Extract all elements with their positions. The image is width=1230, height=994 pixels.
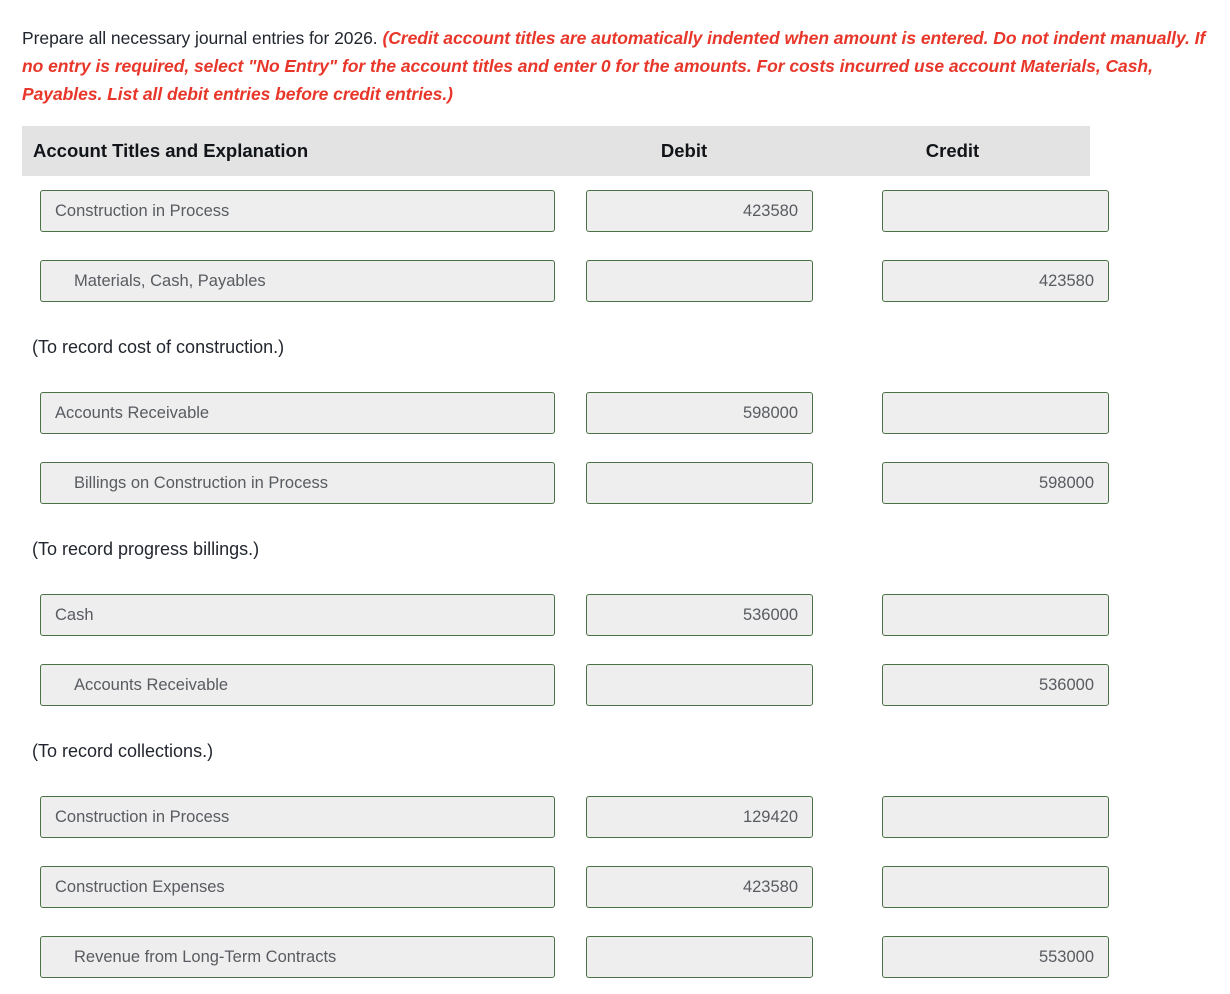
account-title-select[interactable]: Billings on Construction in Process [40,462,555,505]
instruction-paragraph: Prepare all necessary journal entries fo… [0,18,1230,109]
debit-amount-input[interactable]: 423580 [586,190,813,233]
credit-amount-input[interactable] [882,866,1109,909]
debit-amount-input[interactable] [586,260,813,303]
account-title-select[interactable]: Materials, Cash, Payables [40,260,555,303]
cell-account-title: Construction Expenses [22,866,586,909]
cell-debit: 129420 [586,796,847,839]
debit-amount-input[interactable] [586,664,813,707]
table-row: Construction Expenses 423580 [22,852,1230,922]
credit-amount-input[interactable] [882,594,1109,637]
account-title-select[interactable]: Construction in Process [40,190,555,233]
debit-amount-input[interactable]: 129420 [586,796,813,839]
entry-explanation: (To record collections.) [32,740,214,761]
column-header-credit: Credit [925,140,980,162]
cell-account-title: Construction in Process [22,796,586,839]
credit-amount-input[interactable] [882,796,1109,839]
cell-debit: 598000 [586,392,847,435]
credit-amount-input[interactable]: 536000 [882,664,1109,707]
column-header-debit: Debit [660,140,708,162]
cell-account-title: Revenue from Long-Term Contracts [22,936,586,979]
account-title-select[interactable]: Accounts Receivable [40,392,555,435]
cell-account-title: Construction in Process [22,190,586,233]
account-title-select[interactable]: Construction Expenses [40,866,555,909]
debit-amount-input[interactable]: 423580 [586,866,813,909]
cell-account-title: Accounts Receivable [22,664,586,707]
credit-amount-input[interactable] [882,190,1109,233]
debit-amount-input[interactable] [586,462,813,505]
table-row: Construction in Process 129420 [22,782,1230,852]
entry-explanation: (To record progress billings.) [32,538,260,559]
cell-credit: 553000 [847,936,1109,979]
credit-amount-input[interactable]: 423580 [882,260,1109,303]
table-header-row: Account Titles and Explanation Debit Cre… [22,126,1090,177]
account-title-select[interactable]: Revenue from Long-Term Contracts [40,936,555,979]
cell-credit [847,866,1109,909]
entry-explanation: (To record cost of construction.) [32,336,285,357]
table-body: Construction in Process 423580 Materials, … [22,176,1230,992]
table-row: Construction in Process 423580 [22,176,1230,246]
cell-account-title: Billings on Construction in Process [22,462,586,505]
cell-debit [586,462,847,505]
cell-credit [847,796,1109,839]
cell-debit [586,260,847,303]
account-title-select[interactable]: Accounts Receivable [40,664,555,707]
table-row: Billings on Construction in Process 59800… [22,448,1230,518]
account-title-select[interactable]: Cash [40,594,555,637]
debit-amount-input[interactable]: 536000 [586,594,813,637]
cell-credit [847,190,1109,233]
cell-credit [847,594,1109,637]
credit-amount-input[interactable] [882,392,1109,435]
debit-amount-input[interactable]: 598000 [586,392,813,435]
cell-debit: 423580 [586,190,847,233]
cell-account-title: Accounts Receivable [22,392,586,435]
cell-credit: 598000 [847,462,1109,505]
cell-debit [586,664,847,707]
cell-debit: 423580 [586,866,847,909]
credit-amount-input[interactable]: 598000 [882,462,1109,505]
cell-account-title: Materials, Cash, Payables [22,260,586,303]
account-title-select[interactable]: Construction in Process [40,796,555,839]
instruction-lead-text: Prepare all necessary journal entries fo… [22,27,383,48]
cell-credit: 536000 [847,664,1109,707]
cell-debit: 536000 [586,594,847,637]
debit-amount-input[interactable] [586,936,813,979]
cell-debit [586,936,847,979]
table-row: Cash 536000 [22,580,1230,650]
table-row: Accounts Receivable 536000 [22,650,1230,720]
credit-amount-input[interactable]: 553000 [882,936,1109,979]
journal-entry-table: Account Titles and Explanation Debit Cre… [0,126,1230,992]
cell-credit [847,392,1109,435]
table-row: Materials, Cash, Payables 423580 [22,246,1230,316]
cell-account-title: Cash [22,594,586,637]
table-row: Accounts Receivable 598000 [22,378,1230,448]
column-header-account-titles: Account Titles and Explanation [33,140,309,162]
table-row: Revenue from Long-Term Contracts 553000 [22,922,1230,992]
cell-credit: 423580 [847,260,1109,303]
